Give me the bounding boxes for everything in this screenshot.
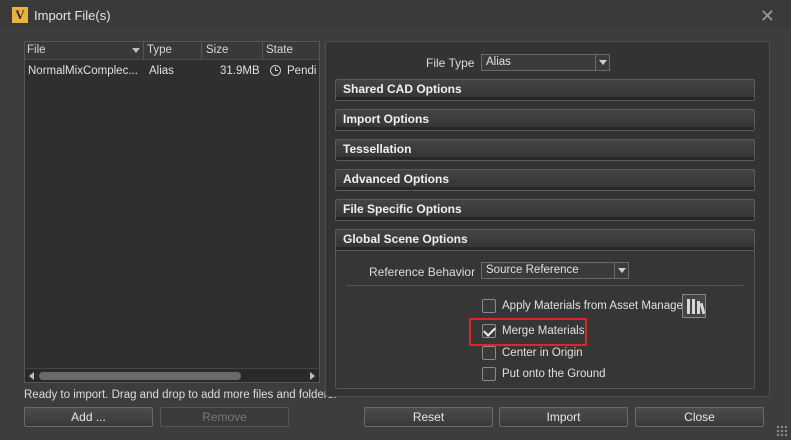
reset-button[interactable]: Reset <box>364 407 493 427</box>
sort-descending-icon[interactable] <box>132 48 140 53</box>
put-onto-ground-label: Put onto the Ground <box>502 368 606 380</box>
section-import-options[interactable]: Import Options <box>335 109 755 131</box>
add-button[interactable]: Add ... <box>24 407 153 427</box>
clock-icon <box>270 65 281 76</box>
section-global-scene-options[interactable]: Global Scene Options <box>335 229 755 251</box>
file-list-header: File Type Size State <box>25 42 319 60</box>
file-type-label: File Type <box>426 56 475 70</box>
file-size-cell: 31.9MB <box>220 65 260 77</box>
close-icon[interactable]: ✕ <box>760 6 775 27</box>
reference-behavior-select[interactable]: Source Reference <box>481 262 629 279</box>
merge-materials-label: Merge Materials <box>502 325 585 337</box>
merge-materials-checkbox[interactable] <box>482 324 496 338</box>
remove-button[interactable]: Remove <box>160 407 289 427</box>
table-row[interactable]: NormalMixComplec... Alias 31.9MB Pendi <box>25 62 319 80</box>
file-type-select[interactable]: Alias <box>481 54 610 71</box>
chevron-down-icon[interactable] <box>614 263 628 278</box>
app-logo-icon: V <box>12 7 28 23</box>
status-message: Ready to import. Drag and drop to add mo… <box>24 389 337 401</box>
column-divider[interactable] <box>262 42 263 60</box>
column-header-size[interactable]: Size <box>206 44 228 56</box>
scroll-left-icon[interactable] <box>29 372 34 380</box>
column-header-file[interactable]: File <box>27 44 46 56</box>
divider <box>346 285 743 286</box>
file-type-value: Alias <box>486 56 511 68</box>
scroll-right-icon[interactable] <box>310 372 315 380</box>
file-list[interactable]: File Type Size State NormalMixComplec...… <box>24 41 320 383</box>
chevron-down-icon[interactable] <box>595 55 609 70</box>
scrollbar-thumb[interactable] <box>39 372 241 380</box>
file-type-cell: Alias <box>149 65 174 77</box>
apply-materials-checkbox[interactable] <box>482 299 496 313</box>
section-shared-cad-options[interactable]: Shared CAD Options <box>335 79 755 101</box>
window-title: Import File(s) <box>34 8 111 23</box>
column-divider[interactable] <box>143 42 144 60</box>
close-button[interactable]: Close <box>635 407 764 427</box>
section-tessellation[interactable]: Tessellation <box>335 139 755 161</box>
title-bar: V Import File(s) ✕ <box>0 0 791 30</box>
section-file-specific-options[interactable]: File Specific Options <box>335 199 755 221</box>
file-state-cell: Pendi <box>287 65 317 77</box>
column-header-type[interactable]: Type <box>147 44 172 56</box>
center-in-origin-checkbox[interactable] <box>482 346 496 360</box>
column-header-state[interactable]: State <box>266 44 293 56</box>
put-onto-ground-checkbox[interactable] <box>482 367 496 381</box>
asset-library-icon[interactable] <box>682 294 706 318</box>
reference-behavior-label: Reference Behavior <box>369 265 476 279</box>
import-button[interactable]: Import <box>499 407 628 427</box>
reference-behavior-value: Source Reference <box>486 264 579 276</box>
center-in-origin-label: Center in Origin <box>502 347 583 359</box>
horizontal-scrollbar[interactable] <box>25 368 319 382</box>
options-panel: File Type Alias Shared CAD Options Impor… <box>325 41 770 397</box>
section-advanced-options[interactable]: Advanced Options <box>335 169 755 191</box>
resize-grip-icon[interactable] <box>776 425 788 437</box>
apply-materials-label: Apply Materials from Asset Manager <box>502 300 687 312</box>
column-divider[interactable] <box>201 42 202 60</box>
file-name-cell: NormalMixComplec... <box>28 65 138 77</box>
